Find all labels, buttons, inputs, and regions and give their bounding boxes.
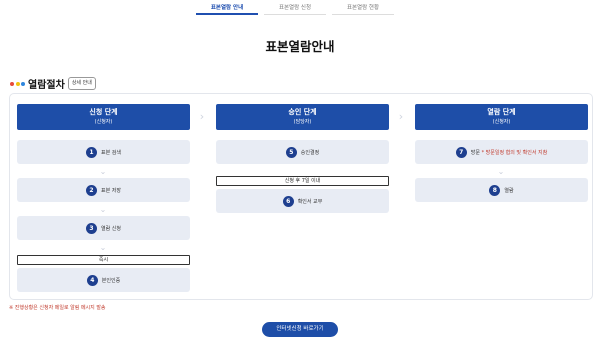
step-item: 2 표본 저장 xyxy=(17,178,190,202)
stage-role: (신청자) xyxy=(492,119,511,125)
stage-apply: 신청 단계 (신청자) 1 표본 검색 ⌄ 2 표본 저장 ⌄ 3 열람 신청 … xyxy=(17,104,190,292)
step-number: 4 xyxy=(86,274,98,286)
tab-sample-view-apply[interactable]: 표본열람 신청 xyxy=(264,0,326,15)
step-label: 열람 신청 xyxy=(101,225,121,232)
step-label-main: 방문 xyxy=(470,149,480,156)
process-panel: 신청 단계 (신청자) 1 표본 검색 ⌄ 2 표본 저장 ⌄ 3 열람 신청 … xyxy=(9,93,593,300)
stage-name: 승인 단계 xyxy=(288,108,317,116)
stage-header: 신청 단계 (신청자) xyxy=(17,104,190,130)
step-label: 방문 * 방문일정 협의 및 확인서 지참 xyxy=(471,149,547,156)
stage-role: (담당자) xyxy=(293,119,312,125)
step-item: 7 방문 * 방문일정 협의 및 확인서 지참 xyxy=(415,140,588,164)
page-title: 표본열람안내 xyxy=(265,39,335,54)
step-label: 확인서 교부 xyxy=(297,198,323,205)
red-dot-icon xyxy=(10,81,14,86)
blue-dot-icon xyxy=(21,81,25,86)
step-label: 승인결정 xyxy=(300,149,320,156)
step-label-note: * 방문일정 협의 및 확인서 지참 xyxy=(481,149,548,156)
tab-sample-view-guide[interactable]: 표본열람 안내 xyxy=(196,0,258,15)
chevron-down-icon: ⌄ xyxy=(99,205,107,214)
stage-approve: 승인 단계 (담당자) 5 승인결정 신청 후 7일 이내 6 확인서 교부 xyxy=(216,104,389,213)
step-item: 8 열람 xyxy=(415,178,588,202)
yellow-dot-icon xyxy=(15,81,20,86)
section-header: 열람절차 상세 안내 xyxy=(10,76,96,91)
step-label: 표본 검색 xyxy=(101,149,121,156)
timing-note: 신청 후 7일 이내 xyxy=(216,176,389,186)
chevron-down-icon: ⌄ xyxy=(99,243,107,252)
step-number: 8 xyxy=(489,184,501,196)
stage-header: 승인 단계 (담당자) xyxy=(216,104,389,130)
step-label: 표본 저장 xyxy=(101,187,121,194)
chevron-right-icon: › xyxy=(199,110,205,123)
step-number: 6 xyxy=(282,195,294,207)
detail-guide-button[interactable]: 상세 안내 xyxy=(67,77,96,90)
step-number: 2 xyxy=(86,184,97,196)
stage-header: 열람 단계 (신청자) xyxy=(415,104,588,130)
chevron-down-icon: ⌄ xyxy=(497,167,505,176)
step-item: 1 표본 검색 xyxy=(17,140,190,164)
section-title: 열람절차 xyxy=(28,80,65,91)
step-label: 열람 xyxy=(504,187,514,194)
notification-footnote: ※ 진행상황은 신청자 메일로 알림 메시지 발송 xyxy=(9,305,106,311)
tab-sample-view-status[interactable]: 표본열람 현황 xyxy=(332,0,394,15)
step-number: 1 xyxy=(86,146,97,158)
online-apply-button[interactable]: 인터넷신청 바로가기 xyxy=(262,322,338,337)
chevron-right-icon: › xyxy=(398,110,404,123)
chevron-down-icon: ⌄ xyxy=(99,167,107,176)
step-item: 5 승인결정 xyxy=(216,140,389,164)
step-number: 5 xyxy=(285,146,297,158)
stage-name: 열람 단계 xyxy=(487,108,516,116)
section-dots-icon xyxy=(10,81,25,86)
timing-note: 즉시 xyxy=(17,255,190,265)
step-number: 7 xyxy=(455,146,467,158)
step-item: 3 열람 신청 xyxy=(17,216,190,240)
step-label: 본인인증 xyxy=(101,277,121,284)
stage-role: (신청자) xyxy=(94,119,113,125)
stage-view: 열람 단계 (신청자) 7 방문 * 방문일정 협의 및 확인서 지참 ⌄ 8 … xyxy=(415,104,588,202)
stage-name: 신청 단계 xyxy=(89,108,118,116)
step-item: 4 본인인증 xyxy=(17,268,190,292)
step-item: 6 확인서 교부 xyxy=(216,189,389,213)
tab-bar: 표본열람 안내 표본열람 신청 표본열람 현황 xyxy=(196,0,394,15)
step-number: 3 xyxy=(86,222,97,234)
